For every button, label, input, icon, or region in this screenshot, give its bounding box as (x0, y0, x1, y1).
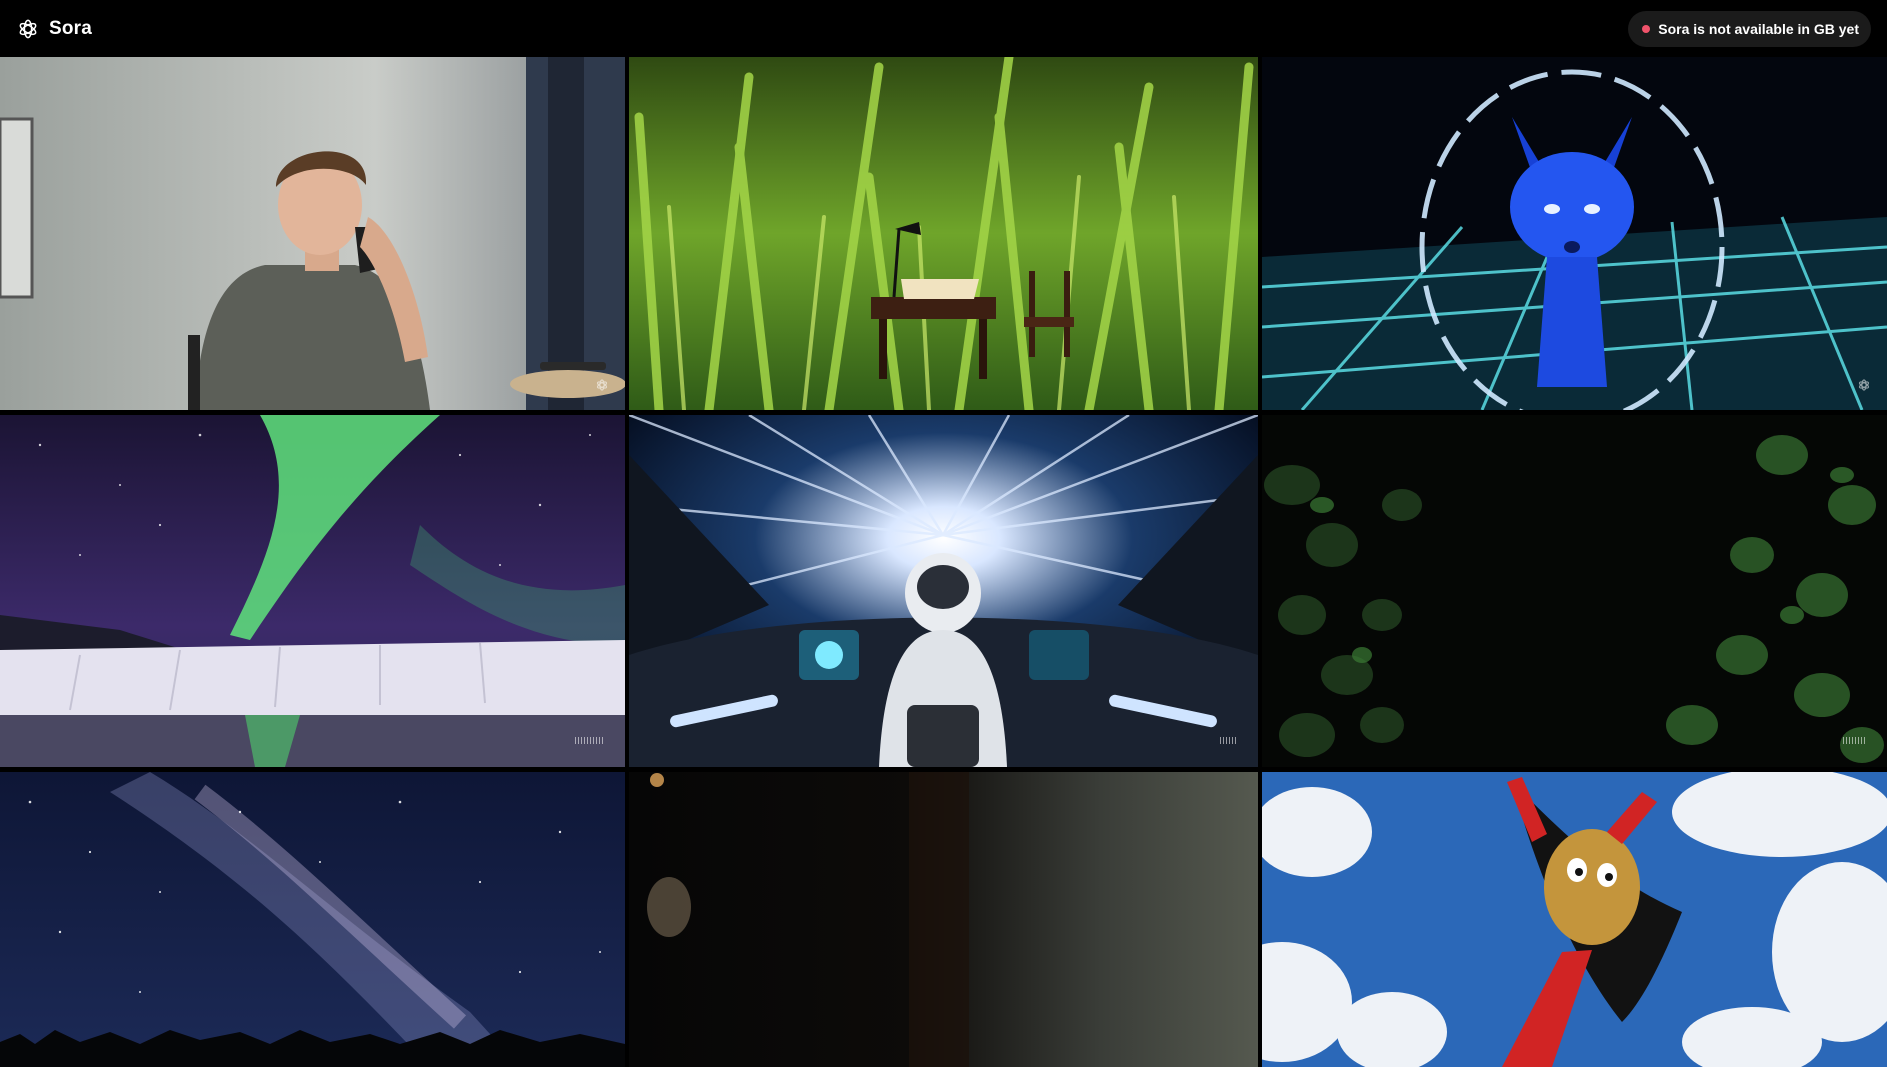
video-tile-superhero-potato-in-sky[interactable] (1262, 772, 1887, 1067)
audio-levels-icon (1843, 737, 1865, 744)
video-tile-dark-blurred-interior[interactable] (629, 772, 1258, 1067)
video-tile-tiny-desk-in-grass[interactable] (629, 57, 1258, 410)
video-gallery-grid (0, 57, 1887, 1067)
video-tile-man-on-phone[interactable] (0, 57, 625, 410)
video-tile-aurora-over-glacier[interactable] (0, 415, 625, 767)
video-tile-glowing-blue-fox[interactable] (1262, 57, 1887, 410)
video-thumbnail (0, 772, 625, 1067)
video-tile-dark-ivy-leaves[interactable] (1262, 415, 1887, 767)
video-tile-astronaut-in-hyperspace-cockpit[interactable] (629, 415, 1258, 767)
video-thumbnail (0, 57, 625, 410)
openai-logo-icon (16, 17, 40, 41)
video-thumbnail (0, 415, 625, 767)
audio-levels-icon (575, 737, 603, 744)
video-thumbnail (629, 57, 1258, 410)
sora-watermark-icon (1857, 378, 1871, 392)
status-dot (1642, 24, 1651, 33)
video-thumbnail (629, 415, 1258, 767)
video-tile-milky-way-night-sky[interactable] (0, 772, 625, 1067)
sora-watermark-icon (595, 378, 609, 392)
video-thumbnail (1262, 772, 1887, 1067)
availability-notice: Sora is not available in GB yet (1628, 10, 1871, 47)
sora-home-link[interactable]: Sora (16, 17, 92, 41)
app-name: Sora (49, 17, 93, 39)
video-thumbnail (1262, 57, 1887, 410)
video-thumbnail (629, 772, 1258, 1067)
audio-levels-icon (1220, 737, 1236, 744)
availability-text: Sora is not available in GB yet (1658, 20, 1859, 37)
top-bar: Sora Sora is not available in GB yet (0, 0, 1887, 57)
video-thumbnail (1262, 415, 1887, 767)
